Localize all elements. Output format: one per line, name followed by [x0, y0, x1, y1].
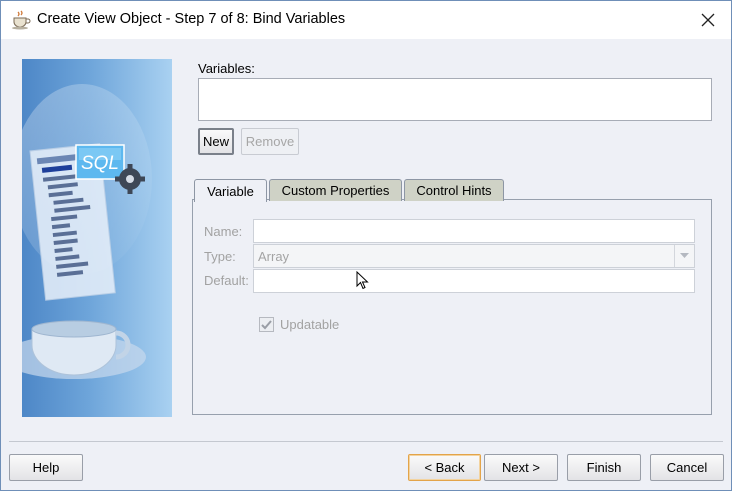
back-button[interactable]: < Back [408, 454, 481, 481]
coffee-cup-icon [11, 10, 31, 30]
updatable-checkbox[interactable] [259, 317, 274, 332]
footer-separator [9, 441, 723, 442]
type-label: Type: [204, 249, 236, 264]
next-button[interactable]: Next > [484, 454, 558, 481]
checkmark-icon [261, 319, 272, 329]
svg-text:SQL: SQL [81, 153, 119, 174]
cancel-button[interactable]: Cancel [650, 454, 724, 481]
type-value: Array [258, 249, 290, 264]
default-field[interactable] [253, 269, 695, 293]
remove-button[interactable]: Remove [241, 128, 299, 155]
variables-label: Variables: [198, 61, 255, 76]
help-button[interactable]: Help [9, 454, 83, 481]
new-button[interactable]: New [198, 128, 234, 155]
mouse-cursor-icon [356, 271, 369, 290]
dialog-window: Create View Object - Step 7 of 8: Bind V… [0, 0, 732, 491]
name-field[interactable] [253, 219, 695, 243]
sql-illustration: SQL [22, 84, 152, 379]
name-label: Name: [204, 224, 243, 239]
tab-control-hints[interactable]: Control Hints [404, 179, 504, 201]
close-icon [701, 13, 715, 27]
type-dropdown[interactable]: Array [253, 244, 695, 268]
coffee-cup-icon [22, 320, 146, 379]
title-bar: Create View Object - Step 7 of 8: Bind V… [1, 1, 731, 39]
tab-variable[interactable]: Variable [194, 179, 267, 202]
variables-list[interactable] [198, 78, 712, 121]
finish-button[interactable]: Finish [567, 454, 641, 481]
close-button[interactable] [685, 1, 731, 39]
tab-custom-properties[interactable]: Custom Properties [269, 179, 402, 201]
window-title: Create View Object - Step 7 of 8: Bind V… [37, 11, 346, 27]
wizard-side-image: SQL [22, 59, 172, 417]
default-label: Default: [204, 273, 249, 288]
updatable-label: Updatable [280, 317, 340, 332]
chevron-down-icon [674, 245, 694, 267]
